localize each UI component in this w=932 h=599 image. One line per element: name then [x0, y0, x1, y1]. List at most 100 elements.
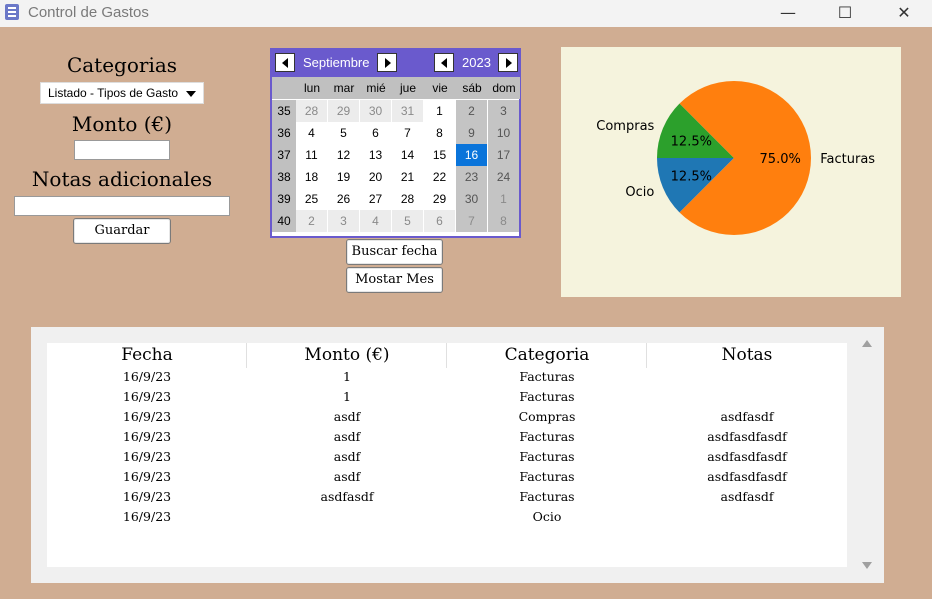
table-cell[interactable]: 16/9/23 — [47, 487, 247, 507]
column-header-monto[interactable]: Monto (€) — [247, 343, 447, 368]
weekday-header: sáb — [456, 77, 488, 99]
calendar-day[interactable]: 8 — [424, 122, 455, 144]
table-cell[interactable]: 16/9/23 — [47, 407, 247, 427]
calendar-day[interactable]: 5 — [392, 210, 423, 232]
table-cell[interactable]: 16/9/23 — [47, 387, 247, 407]
table-cell[interactable]: asdfasdfasdf — [647, 467, 847, 487]
column-header-notas[interactable]: Notas — [647, 343, 847, 368]
minimize-button[interactable]: — — [765, 0, 811, 27]
calendar-day[interactable]: 19 — [328, 166, 359, 188]
calendar-day[interactable]: 9 — [456, 122, 487, 144]
calendar-day[interactable]: 26 — [328, 188, 359, 210]
table-cell[interactable]: Facturas — [447, 387, 647, 407]
notes-input[interactable] — [14, 196, 230, 216]
calendar-day[interactable]: 22 — [424, 166, 455, 188]
table-cell[interactable]: asdf — [247, 447, 447, 467]
calendar-day[interactable]: 1 — [488, 188, 519, 210]
table-cell[interactable]: 16/9/23 — [47, 467, 247, 487]
calendar-day[interactable]: 29 — [424, 188, 455, 210]
chevron-down-icon[interactable] — [186, 91, 196, 97]
calendar-day[interactable]: 6 — [424, 210, 455, 232]
table-cell[interactable]: 16/9/23 — [47, 367, 247, 387]
scroll-down-arrow-icon[interactable] — [862, 562, 872, 569]
calendar-day[interactable]: 28 — [296, 100, 327, 122]
week-number: 40 — [272, 210, 296, 232]
table-cell[interactable]: asdfasdf — [647, 487, 847, 507]
table-cell[interactable]: asdfasdf — [647, 407, 847, 427]
table-cell[interactable]: 16/9/23 — [47, 507, 247, 527]
next-month-button[interactable] — [377, 53, 397, 72]
calendar-day[interactable]: 23 — [456, 166, 487, 188]
calendar-day[interactable]: 16 — [456, 144, 487, 166]
calendar-day[interactable]: 28 — [392, 188, 423, 210]
table-cell[interactable] — [247, 507, 447, 527]
show-month-button[interactable]: Mostar Mes — [346, 267, 443, 293]
table-cell[interactable]: Ocio — [447, 507, 647, 527]
calendar-day[interactable]: 6 — [360, 122, 391, 144]
column-header-fecha[interactable]: Fecha — [47, 343, 247, 368]
calendar-day[interactable]: 11 — [296, 144, 327, 166]
calendar-day[interactable]: 25 — [296, 188, 327, 210]
table-cell[interactable]: asdf — [247, 407, 447, 427]
table-cell[interactable]: 1 — [247, 387, 447, 407]
calendar-day[interactable]: 4 — [296, 122, 327, 144]
calendar-day[interactable]: 17 — [488, 144, 519, 166]
calendar-day[interactable]: 7 — [456, 210, 487, 232]
table-cell[interactable] — [647, 387, 847, 407]
calendar-day[interactable]: 31 — [392, 100, 423, 122]
calendar-day[interactable]: 18 — [296, 166, 327, 188]
prev-year-button[interactable] — [434, 53, 454, 72]
table-cell[interactable]: Facturas — [447, 427, 647, 447]
calendar-day[interactable]: 1 — [424, 100, 455, 122]
column-header-categoria[interactable]: Categoria — [447, 343, 647, 368]
table-cell[interactable]: Facturas — [447, 467, 647, 487]
category-select[interactable]: Listado - Tipos de Gasto — [40, 82, 204, 104]
table-cell[interactable]: Facturas — [447, 367, 647, 387]
table-cell[interactable]: asdfasdfasdf — [647, 427, 847, 447]
calendar-day[interactable]: 24 — [488, 166, 519, 188]
calendar-day[interactable]: 12 — [328, 144, 359, 166]
calendar-day[interactable]: 20 — [360, 166, 391, 188]
calendar-day[interactable]: 10 — [488, 122, 519, 144]
calendar-day[interactable]: 2 — [296, 210, 327, 232]
category-select-value: Listado - Tipos de Gasto — [48, 86, 179, 100]
calendar-header: Septiembre 2023 — [272, 50, 519, 74]
amount-input[interactable] — [74, 140, 170, 160]
calendar-day[interactable]: 29 — [328, 100, 359, 122]
calendar-day[interactable]: 7 — [392, 122, 423, 144]
table-cell[interactable]: asdf — [247, 427, 447, 447]
table-cell[interactable]: Facturas — [447, 447, 647, 467]
calendar-day[interactable]: 8 — [488, 210, 519, 232]
table-cell[interactable]: 16/9/23 — [47, 427, 247, 447]
calendar-day[interactable]: 27 — [360, 188, 391, 210]
next-year-button[interactable] — [498, 53, 518, 72]
prev-month-button[interactable] — [275, 53, 295, 72]
calendar-day[interactable]: 4 — [360, 210, 391, 232]
calendar-day[interactable]: 3 — [488, 100, 519, 122]
close-button[interactable]: ✕ — [881, 0, 927, 27]
table-cell[interactable]: asdfasdfasdf — [647, 447, 847, 467]
table-cell[interactable]: Facturas — [447, 487, 647, 507]
pie-category-label: Ocio — [625, 185, 654, 200]
pie-percent-label: 12.5% — [671, 134, 712, 149]
calendar-day[interactable]: 21 — [392, 166, 423, 188]
save-button[interactable]: Guardar — [73, 218, 171, 244]
table-cell[interactable] — [647, 507, 847, 527]
table-cell[interactable]: 1 — [247, 367, 447, 387]
calendar-day[interactable]: 5 — [328, 122, 359, 144]
table-cell[interactable]: asdf — [247, 467, 447, 487]
calendar-day[interactable]: 30 — [456, 188, 487, 210]
calendar-day[interactable]: 3 — [328, 210, 359, 232]
maximize-button[interactable]: ☐ — [822, 0, 868, 27]
calendar-day[interactable]: 30 — [360, 100, 391, 122]
table-cell[interactable]: Compras — [447, 407, 647, 427]
scroll-up-arrow-icon[interactable] — [862, 340, 872, 347]
search-date-button[interactable]: Buscar fecha — [346, 239, 443, 265]
calendar-day[interactable]: 14 — [392, 144, 423, 166]
calendar-day[interactable]: 15 — [424, 144, 455, 166]
calendar-day[interactable]: 2 — [456, 100, 487, 122]
table-cell[interactable]: 16/9/23 — [47, 447, 247, 467]
calendar-day[interactable]: 13 — [360, 144, 391, 166]
table-cell[interactable]: asdfasdf — [247, 487, 447, 507]
table-cell[interactable] — [647, 367, 847, 387]
